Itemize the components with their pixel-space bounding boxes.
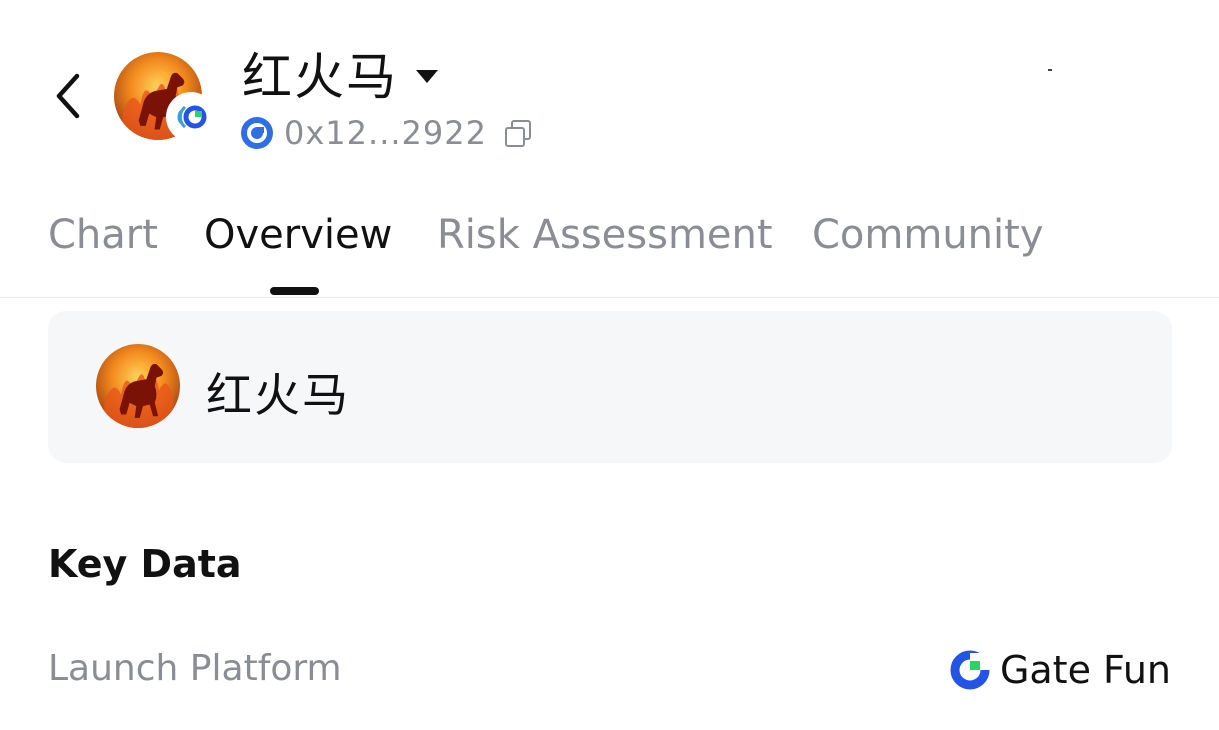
caret-down-icon	[416, 69, 438, 83]
back-button[interactable]	[46, 68, 90, 124]
launch-platform-label: Launch Platform	[48, 648, 342, 689]
copy-icon[interactable]	[503, 118, 533, 148]
contract-address: 0x12...2922	[284, 114, 487, 152]
launch-platform-value: Gate Fun	[948, 644, 1171, 696]
tab-chart[interactable]: Chart	[48, 212, 158, 258]
token-card-avatar	[96, 344, 180, 428]
launch-platform-name: Gate Fun	[999, 648, 1171, 692]
token-selector[interactable]: 红火马	[242, 40, 438, 106]
gate-chain-icon	[168, 94, 214, 140]
token-card-name: 红火马	[206, 368, 350, 422]
gate-chain-small-icon	[241, 117, 273, 149]
tab-risk-assessment[interactable]: Risk Assessment	[437, 212, 773, 258]
status-dot	[1048, 69, 1052, 71]
key-data-heading: Key Data	[48, 542, 242, 586]
tab-overview[interactable]: Overview	[204, 212, 392, 258]
token-summary-card: 红火马	[48, 311, 1172, 463]
chevron-left-icon	[56, 73, 80, 119]
gate-fun-logo-icon	[950, 650, 990, 690]
contract-address-row: 0x12...2922	[240, 114, 533, 152]
active-tab-indicator	[270, 287, 319, 295]
tab-community[interactable]: Community	[812, 212, 1044, 258]
token-header: 红火马 0x12...2922	[0, 0, 1219, 180]
tab-bar: Chart Overview Risk Assessment Community	[0, 190, 1219, 298]
token-title: 红火马	[242, 48, 398, 106]
